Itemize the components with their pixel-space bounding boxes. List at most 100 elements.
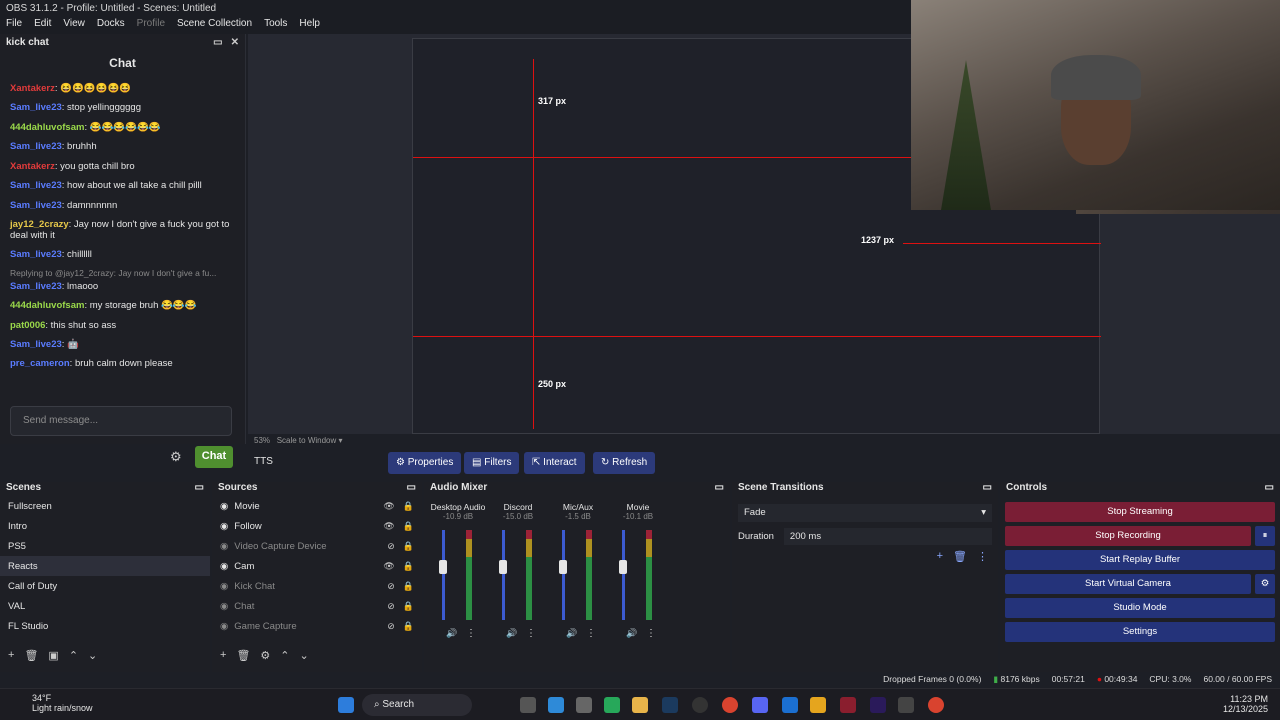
chat-username[interactable]: Sam_live23	[10, 200, 62, 211]
discord-icon[interactable]	[752, 697, 768, 713]
file-explorer-icon[interactable]	[632, 697, 648, 713]
chat-username[interactable]: Sam_live23	[10, 249, 62, 260]
volume-slider[interactable]	[562, 530, 565, 620]
stop-streaming-button[interactable]: Stop Streaming	[1005, 502, 1275, 522]
speaker-icon[interactable]: 🔊	[626, 628, 637, 639]
copilot-icon[interactable]	[548, 697, 564, 713]
scale-mode[interactable]: Scale to Window	[277, 436, 337, 445]
search-box[interactable]: ⌕ Search	[362, 694, 472, 716]
task-view-icon[interactable]	[520, 697, 536, 713]
duration-input[interactable]: 200 ms	[783, 528, 992, 545]
eye-off-icon[interactable]: ⊘	[387, 541, 395, 552]
chat-username[interactable]: Xantakerz	[10, 161, 55, 172]
edge-icon[interactable]	[782, 697, 798, 713]
volume-slider[interactable]	[442, 530, 445, 620]
chat-username[interactable]: Xantakerz	[10, 83, 55, 94]
pause-icon[interactable]: ⏸	[1255, 526, 1275, 546]
down-icon[interactable]: ⌄	[300, 649, 309, 662]
obs-icon[interactable]	[692, 697, 708, 713]
close-icon[interactable]: ✕	[231, 37, 239, 48]
properties-button[interactable]: ⚙ Properties	[388, 452, 462, 474]
menu-view[interactable]: View	[63, 18, 85, 32]
speaker-icon[interactable]: 🔊	[446, 628, 457, 639]
more-icon[interactable]: ⋮	[646, 628, 656, 639]
volume-slider[interactable]	[622, 530, 625, 620]
chat-username[interactable]: pat0006	[10, 320, 45, 331]
chat-username[interactable]: Sam_live23	[10, 339, 62, 350]
source-item[interactable]: ◉ Cam 👁 🔒	[212, 556, 422, 576]
settings-button[interactable]: Settings	[1005, 622, 1275, 642]
add-icon[interactable]: +	[937, 550, 943, 563]
weather-widget[interactable]: 34°F Light rain/snow	[10, 693, 93, 713]
chat-username[interactable]: Sam_live23	[10, 102, 62, 113]
xbox-icon[interactable]	[604, 697, 620, 713]
eye-icon[interactable]: 👁	[383, 501, 394, 512]
lock-icon[interactable]: 🔒	[403, 521, 414, 532]
volume-slider-handle[interactable]	[439, 560, 447, 574]
up-icon[interactable]: ⌃	[280, 649, 289, 662]
store-icon[interactable]	[576, 697, 592, 713]
transition-select[interactable]: Fade ▾	[738, 504, 992, 522]
chat-username[interactable]: 444dahluvofsam	[10, 300, 84, 311]
scene-item[interactable]: Fullscreen	[0, 496, 210, 516]
gear-icon[interactable]: ⚙	[1255, 574, 1275, 594]
volume-slider-handle[interactable]	[559, 560, 567, 574]
trash-icon[interactable]: 🗑	[24, 649, 38, 662]
chat-username[interactable]: Sam_live23	[10, 281, 62, 292]
gear-icon[interactable]: ⚙	[170, 449, 182, 465]
menu-tools[interactable]: Tools	[264, 18, 287, 32]
studio-mode-button[interactable]: Studio Mode	[1005, 598, 1275, 618]
gear-icon[interactable]: ⚙	[260, 649, 270, 662]
volume-slider-handle[interactable]	[499, 560, 507, 574]
scene-item[interactable]: VAL	[0, 596, 210, 616]
trash-icon[interactable]: 🗑	[953, 550, 967, 563]
windows-start-icon[interactable]	[338, 697, 354, 713]
lock-icon[interactable]: 🔒	[403, 541, 414, 552]
eye-off-icon[interactable]: ⊘	[387, 601, 395, 612]
chrome-icon[interactable]	[928, 697, 944, 713]
app-icon[interactable]	[840, 697, 856, 713]
more-icon[interactable]: ⋮	[977, 550, 988, 563]
lock-icon[interactable]: 🔒	[403, 601, 414, 612]
up-icon[interactable]: ⌃	[69, 649, 78, 662]
down-icon[interactable]: ⌄	[88, 649, 97, 662]
scene-item[interactable]: Reacts	[0, 556, 210, 576]
chat-username[interactable]: 444dahluvofsam	[10, 122, 84, 133]
source-item[interactable]: ◉ Game Capture ⊘ 🔒	[212, 616, 422, 636]
start-virtual-camera-button[interactable]: Start Virtual Camera	[1005, 574, 1251, 594]
eye-off-icon[interactable]: ⊘	[387, 621, 395, 632]
eye-icon[interactable]: 👁	[383, 521, 394, 532]
volume-slider-handle[interactable]	[619, 560, 627, 574]
source-item[interactable]: ◉ Kick Chat ⊘ 🔒	[212, 576, 422, 596]
lock-icon[interactable]: 🔒	[403, 621, 414, 632]
source-item[interactable]: ◉ Chat ⊘ 🔒	[212, 596, 422, 616]
chat-username[interactable]: jay12_2crazy	[10, 219, 69, 230]
more-icon[interactable]: ⋮	[466, 628, 476, 639]
scene-item[interactable]: Intro	[0, 516, 210, 536]
scene-item[interactable]: PS5	[0, 536, 210, 556]
source-item[interactable]: ◉ Movie 👁 🔒	[212, 496, 422, 516]
menu-edit[interactable]: Edit	[34, 18, 51, 32]
start-replay-buffer-button[interactable]: Start Replay Buffer	[1005, 550, 1275, 570]
source-item[interactable]: ◉ Video Capture Device ⊘ 🔒	[212, 536, 422, 556]
menu-docks[interactable]: Docks	[97, 18, 125, 32]
filter-icon[interactable]: ▣	[48, 649, 58, 662]
chrome-icon[interactable]	[722, 697, 738, 713]
float-icon[interactable]: ▭	[213, 37, 222, 48]
add-icon[interactable]: +	[220, 649, 226, 662]
send-message-input[interactable]: Send message...	[10, 406, 232, 436]
menu-file[interactable]: File	[6, 18, 22, 32]
lock-icon[interactable]: 🔒	[403, 501, 414, 512]
zoom-level[interactable]: 53%	[254, 436, 270, 445]
app-icon[interactable]	[810, 697, 826, 713]
interact-button[interactable]: ⇱ Interact	[524, 452, 585, 474]
premiere-icon[interactable]	[870, 697, 886, 713]
lock-icon[interactable]: 🔒	[403, 561, 414, 572]
eye-off-icon[interactable]: ⊘	[387, 581, 395, 592]
source-item[interactable]: ◉ Follow 👁 🔒	[212, 516, 422, 536]
chat-send-button[interactable]: Chat	[195, 446, 233, 468]
chat-username[interactable]: pre_cameron	[10, 358, 70, 369]
speaker-icon[interactable]: 🔊	[506, 628, 517, 639]
add-icon[interactable]: +	[8, 649, 14, 662]
scene-item[interactable]: Call of Duty	[0, 576, 210, 596]
